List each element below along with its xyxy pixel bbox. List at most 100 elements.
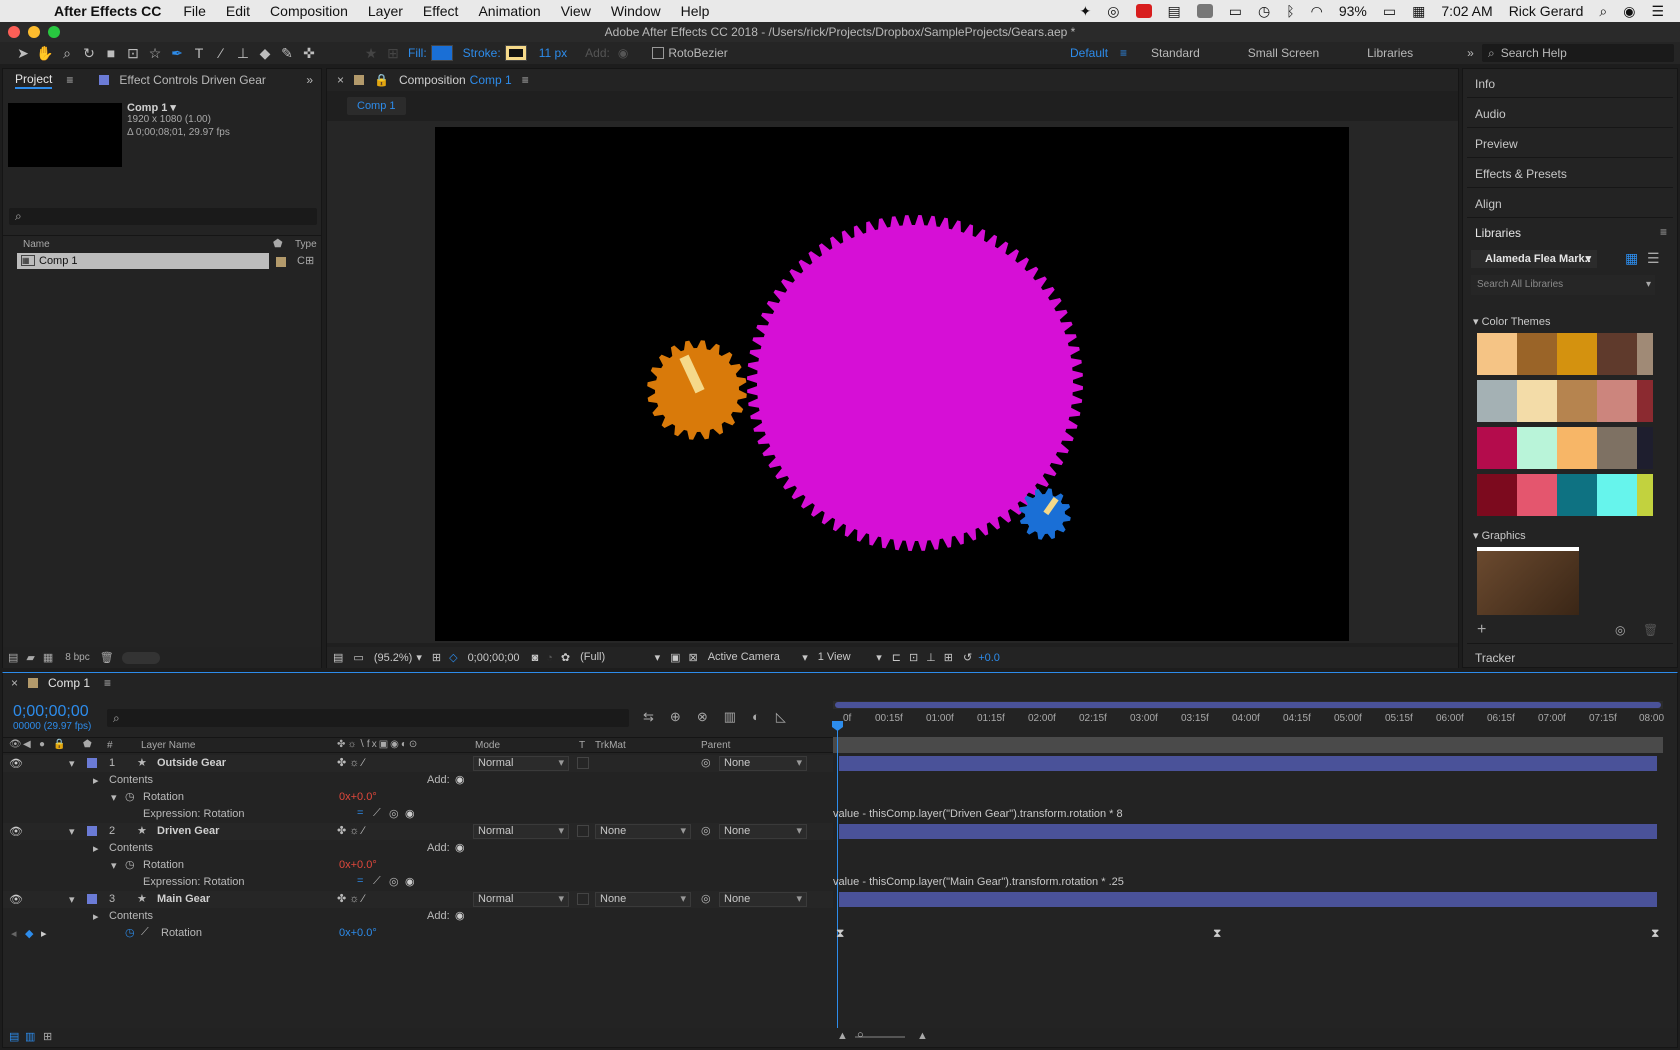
bit-depth[interactable]: 8 bpc [65, 652, 89, 663]
panel-libraries[interactable]: Libraries [1475, 226, 1521, 240]
rotation-value[interactable]: 0x+0.0° [339, 927, 377, 939]
layer-switches-icon[interactable]: ✤ ☼ ∕ [337, 756, 364, 769]
lock-column-icon[interactable]: 🔒 [53, 739, 65, 750]
add-arrow-icon[interactable]: ◉ [455, 841, 465, 854]
add-arrow-icon[interactable]: ◉ [455, 773, 465, 786]
layer-bar[interactable] [839, 756, 1657, 771]
expression-menu-icon[interactable]: ◉ [405, 807, 415, 820]
theme-row-1[interactable] [1477, 333, 1653, 375]
theme-row-4[interactable] [1477, 474, 1653, 516]
graph-editor-icon[interactable]: ◺ [776, 709, 786, 725]
battery-text[interactable]: 93% [1339, 3, 1367, 19]
twirl-right-icon[interactable]: ▸ [93, 774, 99, 787]
close-tab-icon[interactable]: × [11, 676, 18, 690]
lock-icon[interactable]: 🔒 [374, 73, 389, 87]
eye-icon[interactable]: 👁 [9, 825, 23, 838]
menu-layer[interactable]: Layer [368, 3, 403, 19]
reset-exposure-icon[interactable]: ↺ [963, 651, 972, 664]
twirl-down-icon[interactable]: ▾ [111, 791, 117, 804]
workspace-default[interactable]: Default [1070, 46, 1108, 60]
layer-name[interactable]: Driven Gear [157, 825, 219, 837]
library-dropdown[interactable]: Alameda Flea Mark.. ▾ [1471, 250, 1597, 268]
playhead-handle[interactable] [832, 721, 843, 731]
menu-edit[interactable]: Edit [226, 3, 250, 19]
layer-switches-icon[interactable]: ✤ ☼ ∕ [337, 824, 364, 837]
panel-menu-icon[interactable]: ≡ [66, 73, 73, 87]
label-column-icon[interactable]: ⬟ [273, 237, 283, 250]
mode-dropdown[interactable]: Normal [473, 824, 569, 839]
minimize-window-icon[interactable] [28, 26, 40, 38]
twirl-down-icon[interactable]: ▾ [69, 893, 75, 906]
toggle-pixel-aspect-icon[interactable]: ⊏ [892, 651, 901, 664]
pickwhip-icon[interactable]: ◎ [389, 875, 399, 888]
pen-tool-icon[interactable]: ✒ [166, 44, 188, 62]
calendar-icon[interactable]: ▦ [1412, 3, 1425, 20]
layer-switches-icon[interactable]: ✤ ☼ ∕ [337, 892, 364, 905]
rotobezier-checkbox[interactable] [652, 47, 665, 59]
layer-label-swatch[interactable] [87, 758, 97, 768]
flowchart-icon[interactable]: ⊞ [944, 651, 953, 664]
bluetooth-icon[interactable]: ᛒ [1286, 3, 1294, 19]
work-area-bar[interactable] [833, 701, 1663, 709]
resolution-dropdown[interactable]: (Full) ▾ [580, 651, 660, 664]
fill-label[interactable]: Fill: [408, 46, 427, 60]
stopwatch-icon[interactable]: ◷ [125, 858, 135, 871]
rotation-tool-icon[interactable]: ↻ [78, 44, 100, 62]
menu-animation[interactable]: Animation [478, 3, 540, 19]
trkmat-dropdown[interactable]: None [595, 892, 691, 907]
panel-audio[interactable]: Audio [1475, 107, 1506, 121]
twirl-down-icon[interactable]: ▾ [69, 825, 75, 838]
twirl-right-icon[interactable]: ▸ [93, 842, 99, 855]
close-window-icon[interactable] [8, 26, 20, 38]
panel-effects-presets[interactable]: Effects & Presets [1475, 167, 1567, 181]
type-tool-icon[interactable]: T [188, 44, 210, 62]
zoom-slider-handle[interactable]: ○ [857, 1029, 864, 1041]
layer-row-3[interactable]: 👁 ▾ 3 ★ Main Gear ✤ ☼ ∕ Normal None ◎ No… [3, 891, 833, 908]
workspace-menu-icon[interactable]: ≡ [1120, 46, 1127, 60]
stopwatch-icon[interactable]: ◷ [125, 790, 135, 803]
panel-menu-icon[interactable]: ≡ [1660, 225, 1667, 239]
workspace-small-screen[interactable]: Small Screen [1248, 46, 1319, 60]
twirl-right-icon[interactable]: ▸ [93, 910, 99, 923]
stroke-color-swatch[interactable] [504, 45, 527, 61]
expression-enable-icon[interactable]: = [357, 807, 363, 819]
in-out-toggle-icon[interactable]: ⊞ [43, 1030, 52, 1043]
column-t[interactable]: T [579, 740, 585, 751]
composition-tab-name[interactable]: Comp 1 [470, 73, 512, 87]
time-machine-icon[interactable]: ◷ [1258, 3, 1270, 20]
chevron-down-icon[interactable]: ▾ [416, 651, 422, 664]
panel-align[interactable]: Align [1475, 197, 1502, 211]
label-column-icon[interactable]: ⬟ [83, 739, 92, 750]
panel-menu-icon[interactable]: ≡ [104, 676, 111, 690]
work-area-range[interactable] [835, 702, 1661, 708]
layer-bar[interactable] [839, 824, 1657, 839]
parent-dropdown[interactable]: None [719, 892, 807, 907]
keyframe-icon[interactable]: ⧗ [1213, 926, 1221, 941]
pickwhip-icon[interactable]: ◎ [701, 756, 711, 769]
pickwhip-icon[interactable]: ◎ [701, 824, 711, 837]
project-search-input[interactable]: ⌕ [9, 208, 317, 225]
timeline-search-input[interactable]: ⌕ [107, 709, 629, 727]
panel-preview[interactable]: Preview [1475, 137, 1518, 151]
audio-column-icon[interactable]: ◀ [23, 739, 31, 750]
close-tab-icon[interactable]: × [337, 73, 344, 87]
graphics-header[interactable]: ▾ Graphics [1473, 529, 1526, 542]
timeline-icon[interactable]: ⊥ [926, 651, 936, 664]
transfer-controls-toggle-icon[interactable]: ▥ [25, 1030, 35, 1043]
zoom-in-icon[interactable]: ▲ [917, 1030, 928, 1042]
column-trkmat[interactable]: TrkMat [595, 740, 626, 751]
new-folder-icon[interactable]: ▰ [26, 651, 34, 664]
apple-icon[interactable] [20, 3, 36, 19]
add-arrow-icon[interactable]: ◉ [455, 909, 465, 922]
user-name[interactable]: Rick Gerard [1509, 3, 1584, 19]
eye-icon[interactable]: 👁 [9, 757, 23, 770]
twirl-down-icon[interactable]: ▾ [69, 757, 75, 770]
theme-row-2[interactable] [1477, 380, 1653, 422]
comp-name[interactable]: Comp 1 ▾ [127, 101, 176, 114]
menu-view[interactable]: View [561, 3, 591, 19]
notes-icon[interactable]: ▤ [1168, 3, 1181, 20]
zoom-window-icon[interactable] [48, 26, 60, 38]
current-time[interactable]: 0;00;00;00 [468, 652, 520, 664]
twirl-down-icon[interactable]: ▾ [111, 859, 117, 872]
layer-bar[interactable] [839, 892, 1657, 907]
